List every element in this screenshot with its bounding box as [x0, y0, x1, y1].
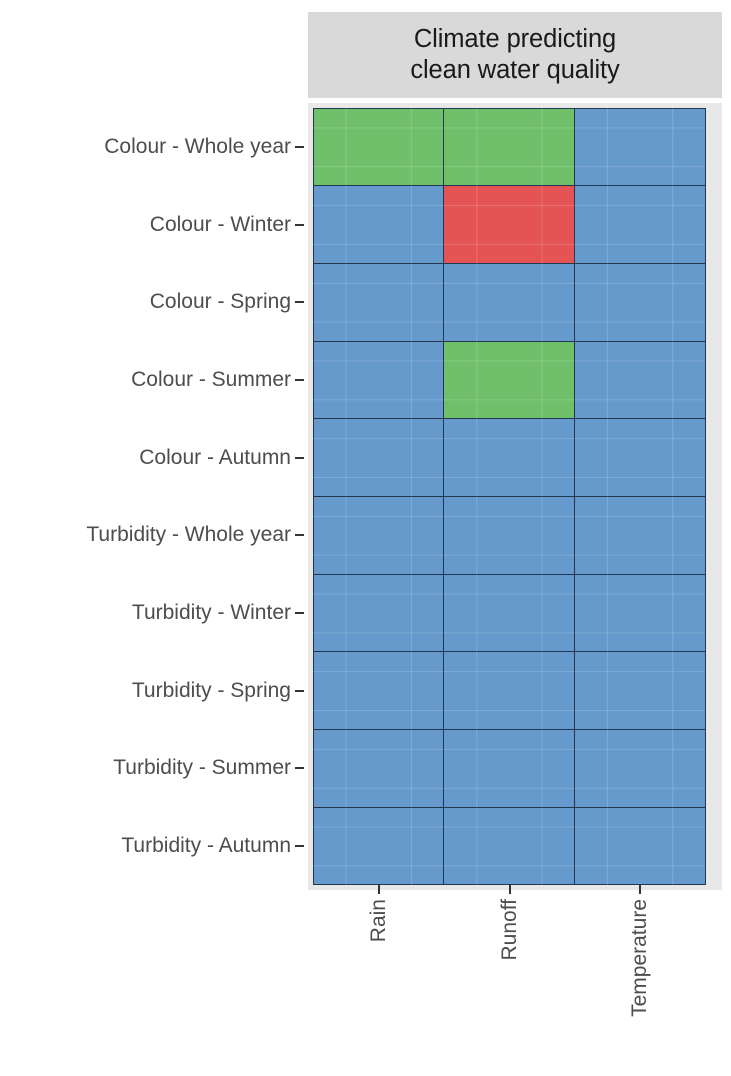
heatmap-cell: [443, 729, 575, 808]
heatmap-figure: Climate predicting clean water quality Co…: [0, 0, 731, 1076]
facet-strip-title-line-2: clean water quality: [410, 56, 620, 84]
heatmap-cell: [573, 651, 706, 731]
y-axis-tick-row: Turbidity - Winter: [0, 574, 308, 652]
y-axis-tick-mark: [295, 845, 304, 848]
y-axis-tick-row: Turbidity - Spring: [0, 652, 308, 730]
heatmap-cell: [573, 262, 706, 342]
heatmap-cell: [443, 651, 575, 731]
heatmap-cell: [312, 651, 445, 731]
facet-strip-title: Climate predicting clean water quality: [410, 24, 619, 86]
x-axis-tick-mark: [508, 885, 511, 894]
y-axis-tick-mark: [295, 378, 304, 381]
heatmap-cell: [443, 806, 575, 886]
heatmap-cell: [312, 495, 445, 575]
heatmap-cell: [443, 573, 575, 653]
y-axis-label: Colour - Spring: [149, 290, 291, 314]
y-axis-label: Turbidity - Autumn: [121, 834, 291, 858]
y-axis-label: Colour - Summer: [131, 367, 291, 391]
heatmap-cell: [312, 185, 445, 264]
heatmap-cell: [312, 806, 445, 886]
x-axis-tick-col: Rain: [367, 885, 390, 942]
heatmap-cell: [573, 495, 706, 575]
heatmap-cell: [312, 107, 445, 187]
heatmap-cell: [573, 806, 706, 886]
y-axis-tick-row: Turbidity - Whole year: [0, 497, 308, 575]
x-axis: Rain Runoff Temperature: [313, 885, 705, 1076]
heatmap-cell: [443, 262, 575, 342]
x-axis-tick-col: Temperature: [628, 885, 651, 1017]
heatmap-cell: [312, 262, 445, 342]
heatmap-cell: [312, 418, 445, 497]
heatmap-cell: [312, 729, 445, 808]
heatmap-cell: [573, 107, 706, 187]
y-axis-label: Turbidity - Winter: [131, 601, 291, 625]
heatmap-cell: [573, 185, 706, 264]
y-axis-tick-mark: [295, 612, 304, 615]
y-axis-tick-row: Colour - Whole year: [0, 108, 308, 186]
y-axis-tick-row: Turbidity - Autumn: [0, 807, 308, 885]
y-axis-label: Turbidity - Whole year: [86, 523, 291, 547]
x-axis-tick-mark: [639, 885, 642, 894]
x-axis-tick-mark: [377, 885, 380, 894]
y-axis-label: Colour - Winter: [149, 212, 291, 236]
x-axis-tick-col: Runoff: [498, 885, 521, 961]
x-axis-label: Temperature: [628, 899, 652, 1017]
heatmap-grid: [312, 107, 706, 886]
y-axis-tick-row: Colour - Spring: [0, 263, 308, 341]
y-axis-tick-mark: [295, 456, 304, 459]
y-axis-label: Turbidity - Spring: [131, 678, 291, 702]
y-axis-label: Colour - Whole year: [104, 134, 291, 158]
heatmap-panel: [312, 107, 706, 886]
heatmap-cell: [443, 495, 575, 575]
y-axis-label: Turbidity - Summer: [113, 756, 291, 780]
y-axis-label: Colour - Autumn: [139, 445, 291, 469]
heatmap-cell: [443, 340, 575, 420]
heatmap-cell: [573, 729, 706, 808]
heatmap-cell: [443, 185, 575, 264]
y-axis-tick-mark: [295, 223, 304, 226]
facet-strip-header: Climate predicting clean water quality: [308, 12, 722, 98]
y-axis-tick-row: Turbidity - Summer: [0, 730, 308, 808]
heatmap-cell: [443, 418, 575, 497]
heatmap-cell: [443, 107, 575, 187]
facet-strip-title-line-1: Climate predicting: [413, 24, 617, 53]
x-axis-label: Runoff: [497, 899, 521, 961]
y-axis-tick-mark: [295, 689, 304, 692]
y-axis-tick-mark: [295, 145, 304, 148]
y-axis-tick-row: Colour - Winter: [0, 186, 308, 264]
y-axis: Colour - Whole year Colour - Winter Colour…: [0, 108, 308, 885]
y-axis-tick-mark: [295, 301, 304, 304]
heatmap-cell: [312, 573, 445, 653]
x-axis-label: Rain: [366, 899, 390, 943]
y-axis-tick-mark: [295, 767, 304, 770]
y-axis-tick-row: Colour - Autumn: [0, 419, 308, 497]
y-axis-tick-mark: [295, 534, 304, 537]
heatmap-cell: [573, 418, 706, 497]
heatmap-cell: [573, 340, 706, 420]
heatmap-cell: [312, 340, 445, 420]
heatmap-cell: [573, 573, 706, 653]
y-axis-tick-row: Colour - Summer: [0, 341, 308, 419]
